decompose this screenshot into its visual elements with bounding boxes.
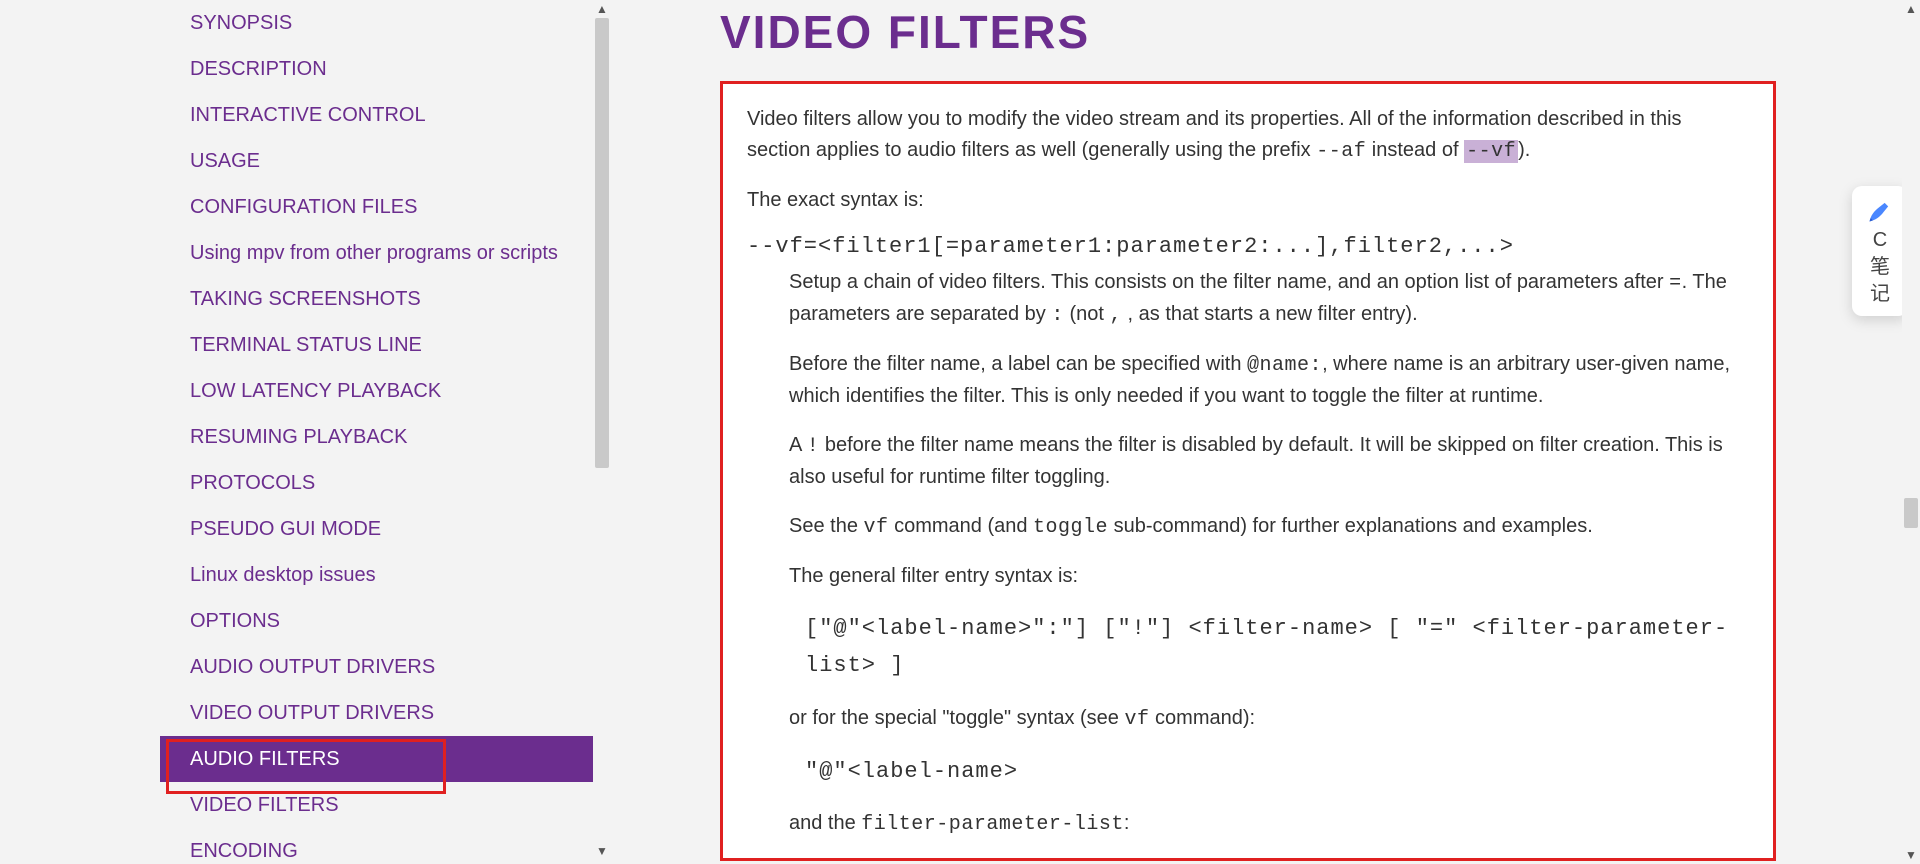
desc7-b: : bbox=[1124, 812, 1130, 834]
desc-paragraph-4: See the vf command (and toggle sub-comma… bbox=[747, 511, 1749, 543]
code-toggle: toggle bbox=[1033, 516, 1108, 539]
toc-item-options[interactable]: OPTIONS bbox=[160, 598, 600, 644]
toc-item-linux-desktop-issues[interactable]: Linux desktop issues bbox=[160, 552, 600, 598]
toc-item-video-output-drivers[interactable]: VIDEO OUTPUT DRIVERS bbox=[160, 690, 600, 736]
desc1-a: Setup a chain of video filters. This con… bbox=[789, 271, 1669, 293]
toc-item-video-filters[interactable]: VIDEO FILTERS bbox=[160, 782, 600, 828]
toc-item-description[interactable]: DESCRIPTION bbox=[160, 46, 600, 92]
widget-line1: C bbox=[1873, 229, 1887, 252]
intro-text-b: instead of bbox=[1366, 139, 1464, 161]
syntax-lead: The exact syntax is: bbox=[747, 185, 1749, 216]
code-vf-cmd: vf bbox=[864, 516, 889, 539]
option-term: --vf=<filter1[=parameter1:parameter2:...… bbox=[747, 234, 1749, 259]
page-scroll-thumb[interactable] bbox=[1904, 498, 1918, 528]
section-heading: VIDEO FILTERS bbox=[720, 5, 1780, 59]
desc-paragraph-2: Before the filter name, a label can be s… bbox=[747, 349, 1749, 412]
toc-item-encoding[interactable]: ENCODING bbox=[160, 828, 600, 860]
toc-item-protocols[interactable]: PROTOCOLS bbox=[160, 460, 600, 506]
notes-widget-button[interactable]: C 笔 记 bbox=[1852, 186, 1908, 316]
code-comma: , bbox=[1109, 304, 1122, 327]
scroll-up-arrow-icon[interactable]: ▲ bbox=[593, 0, 611, 18]
desc3-b: before the filter name means the filter … bbox=[789, 434, 1723, 488]
syntax-block-1: ["@"<label-name>":"] ["!"] <filter-name>… bbox=[805, 610, 1749, 685]
page-scroll-down-arrow-icon[interactable]: ▼ bbox=[1902, 846, 1920, 864]
widget-line3: 记 bbox=[1870, 283, 1890, 306]
desc6-a: or for the special "toggle" syntax (see bbox=[789, 707, 1124, 729]
toc-item-synopsis[interactable]: SYNOPSIS bbox=[160, 0, 600, 46]
scroll-down-arrow-icon[interactable]: ▼ bbox=[593, 842, 611, 860]
code-af: --af bbox=[1316, 140, 1366, 163]
desc3-a: A bbox=[789, 434, 807, 456]
toc-item-using-mpv-other[interactable]: Using mpv from other programs or scripts bbox=[160, 230, 600, 276]
code-vf-highlighted: --vf bbox=[1464, 140, 1518, 163]
desc7-a: and the bbox=[789, 812, 861, 834]
feather-pen-icon bbox=[1866, 197, 1894, 225]
code-at-name: @name: bbox=[1247, 354, 1322, 377]
syntax-block-3: <filter-parameter> | <filter-parameter> … bbox=[805, 858, 1749, 861]
toc-item-configuration-files[interactable]: CONFIGURATION FILES bbox=[160, 184, 600, 230]
toc-item-audio-filters[interactable]: AUDIO FILTERS bbox=[160, 736, 600, 782]
desc4-a: See the bbox=[789, 515, 864, 537]
intro-text-c: ). bbox=[1518, 139, 1530, 161]
desc1-d: , as that starts a new filter entry). bbox=[1122, 303, 1418, 325]
syntax-block-2: "@"<label-name> bbox=[805, 753, 1749, 790]
table-of-contents: SYNOPSIS DESCRIPTION INTERACTIVE CONTROL… bbox=[160, 0, 600, 860]
toc-item-low-latency-playback[interactable]: LOW LATENCY PLAYBACK bbox=[160, 368, 600, 414]
content-highlight-box: Video filters allow you to modify the vi… bbox=[720, 81, 1776, 861]
code-filter-param-list: filter-parameter-list bbox=[861, 813, 1124, 836]
sidebar-scrollbar[interactable]: ▲ ▼ bbox=[593, 0, 611, 860]
desc6-b: command): bbox=[1150, 707, 1256, 729]
intro-paragraph: Video filters allow you to modify the vi… bbox=[747, 104, 1749, 167]
main-content: VIDEO FILTERS Video filters allow you to… bbox=[720, 0, 1780, 861]
toc-item-taking-screenshots[interactable]: TAKING SCREENSHOTS bbox=[160, 276, 600, 322]
toc-item-usage[interactable]: USAGE bbox=[160, 138, 600, 184]
desc2-a: Before the filter name, a label can be s… bbox=[789, 353, 1247, 375]
toc-item-audio-output-drivers[interactable]: AUDIO OUTPUT DRIVERS bbox=[160, 644, 600, 690]
code-vf-cmd-2: vf bbox=[1124, 708, 1149, 731]
widget-line2: 笔 bbox=[1870, 256, 1890, 279]
toc-item-terminal-status-line[interactable]: TERMINAL STATUS LINE bbox=[160, 322, 600, 368]
desc4-c: sub-command) for further explanations an… bbox=[1108, 515, 1593, 537]
sidebar-scroll-thumb[interactable] bbox=[595, 18, 609, 468]
page-scrollbar[interactable]: ▲ ▼ bbox=[1902, 0, 1920, 864]
toc-item-pseudo-gui-mode[interactable]: PSEUDO GUI MODE bbox=[160, 506, 600, 552]
toc-item-interactive-control[interactable]: INTERACTIVE CONTROL bbox=[160, 92, 600, 138]
code-bang: ! bbox=[807, 435, 820, 458]
desc-paragraph-7: and the filter-parameter-list: bbox=[747, 808, 1749, 840]
desc-paragraph-6: or for the special "toggle" syntax (see … bbox=[747, 703, 1749, 735]
code-equals: = bbox=[1669, 272, 1682, 295]
page-scroll-up-arrow-icon[interactable]: ▲ bbox=[1902, 0, 1920, 18]
intro-text-a: Video filters allow you to modify the vi… bbox=[747, 108, 1682, 161]
code-colon: : bbox=[1051, 304, 1064, 327]
desc-paragraph-3: A ! before the filter name means the fil… bbox=[747, 430, 1749, 493]
desc-paragraph-1: Setup a chain of video filters. This con… bbox=[747, 267, 1749, 331]
toc-item-resuming-playback[interactable]: RESUMING PLAYBACK bbox=[160, 414, 600, 460]
desc-paragraph-5: The general filter entry syntax is: bbox=[747, 561, 1749, 592]
desc1-c: (not bbox=[1064, 303, 1110, 325]
desc4-b: command (and bbox=[889, 515, 1034, 537]
